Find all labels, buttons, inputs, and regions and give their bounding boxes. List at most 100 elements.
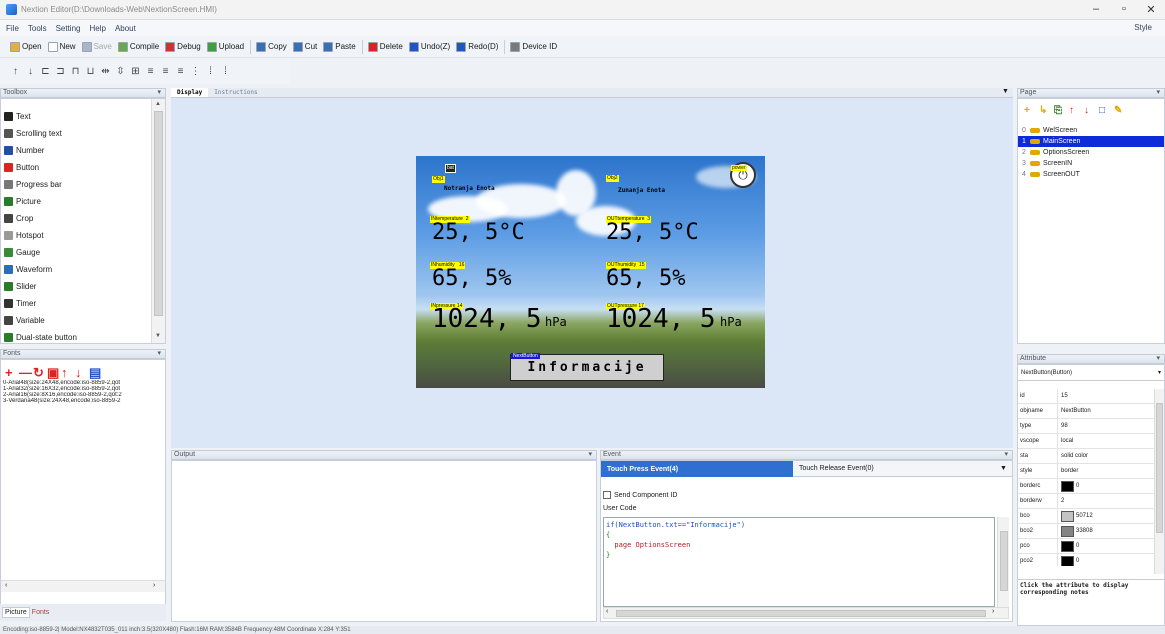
save-button[interactable]: Save <box>81 41 112 52</box>
align-tool-icon[interactable]: ⁞ <box>205 66 216 77</box>
redo-d-button[interactable]: Redo(D) <box>456 41 498 52</box>
scroll-right-icon[interactable]: › <box>153 582 155 589</box>
battery-label[interactable]: bat <box>445 164 456 173</box>
style-menu[interactable]: Style <box>1134 23 1152 32</box>
scroll-up-icon[interactable]: ▲ <box>155 101 161 107</box>
pin-icon[interactable]: ▾ <box>1156 89 1160 97</box>
attribute-value[interactable]: 15 <box>1058 393 1068 399</box>
attribute-scrollbar[interactable] <box>1154 389 1164 574</box>
attribute-value[interactable]: 0 <box>1058 555 1079 566</box>
align-tool-icon[interactable]: ⊏ <box>40 66 51 77</box>
align-tool-icon[interactable]: ↓ <box>25 66 36 77</box>
attribute-row[interactable]: pco2 0 <box>1018 554 1156 566</box>
tab-touch-press[interactable]: Touch Press Event(4) <box>601 461 793 477</box>
attribute-value[interactable]: 2 <box>1058 498 1064 504</box>
pin-icon[interactable]: ▾ <box>1156 355 1160 363</box>
hum-out-value[interactable]: 65, 5% <box>606 268 685 290</box>
align-tool-icon[interactable]: ⋮ <box>190 66 201 77</box>
color-swatch[interactable] <box>1061 510 1074 522</box>
open-button[interactable]: Open <box>10 41 42 52</box>
toolbox-item[interactable]: Waveform <box>1 261 165 278</box>
page-list-item[interactable]: 0 WelScreen <box>1018 125 1164 136</box>
scroll-right-icon[interactable]: › <box>992 608 994 615</box>
attribute-row[interactable]: id 15 <box>1018 389 1156 404</box>
align-tool-icon[interactable]: ≡ <box>175 66 186 77</box>
color-swatch[interactable] <box>1061 480 1074 492</box>
next-button-label[interactable]: NextButton <box>511 353 540 359</box>
toolbox-item[interactable]: Picture <box>1 193 165 210</box>
obj1-label[interactable]: Obj1 <box>432 176 445 183</box>
new-button[interactable]: New <box>47 41 76 52</box>
attribute-value[interactable]: 50712 <box>1058 510 1093 522</box>
page-tool-icon[interactable]: ↑ <box>1069 105 1084 121</box>
paste-button[interactable]: Paste <box>323 41 356 52</box>
compile-button[interactable]: Compile <box>117 41 159 52</box>
attribute-row[interactable]: pco 0 <box>1018 539 1156 554</box>
power-label[interactable]: power <box>731 165 747 171</box>
scroll-left-icon[interactable]: ‹ <box>606 608 608 615</box>
pin-icon[interactable]: ▾ <box>157 89 161 97</box>
attribute-value[interactable]: 33808 <box>1058 525 1093 537</box>
chevron-down-icon[interactable]: ▼ <box>998 461 1012 477</box>
dropdown-arrow-icon[interactable]: ▼ <box>1002 88 1009 95</box>
toolbox-item[interactable]: Crop <box>1 210 165 227</box>
font-tool-icon[interactable]: — <box>19 365 33 380</box>
align-tool-icon[interactable]: ≡ <box>160 66 171 77</box>
code-editor[interactable]: if(NextButton.txt=="Informacije") { page… <box>603 517 995 607</box>
color-swatch[interactable] <box>1061 540 1074 552</box>
scroll-left-icon[interactable]: ‹ <box>5 582 7 589</box>
align-tool-icon[interactable]: ⊓ <box>70 66 81 77</box>
toolbox-item[interactable]: Dual-state button <box>1 329 165 343</box>
menu-setting[interactable]: Setting <box>56 24 81 33</box>
hum-in-value[interactable]: 65, 5% <box>432 268 511 290</box>
attribute-row[interactable]: bco2 33808 <box>1018 524 1156 539</box>
toolbox-item[interactable]: Progress bar <box>1 176 165 193</box>
attribute-value[interactable]: local <box>1058 438 1073 444</box>
attribute-value[interactable]: 98 <box>1058 423 1068 429</box>
minimize-button[interactable]: – <box>1087 3 1105 15</box>
menu-about[interactable]: About <box>115 24 136 33</box>
attribute-row[interactable]: borderw 2 <box>1018 494 1156 509</box>
maximize-button[interactable]: ▫ <box>1115 3 1133 15</box>
tab-display[interactable]: Display <box>171 88 209 97</box>
toolbox-item[interactable]: Timer <box>1 295 165 312</box>
toolbox-item[interactable]: Number <box>1 142 165 159</box>
attribute-row[interactable]: objname NextButton <box>1018 404 1156 419</box>
font-tool-icon[interactable]: ▣ <box>47 365 61 380</box>
font-tool-icon[interactable]: ▤ <box>89 365 103 380</box>
align-tool-icon[interactable]: ⊔ <box>85 66 96 77</box>
close-button[interactable]: ✕ <box>1142 3 1160 16</box>
attribute-row[interactable]: style border <box>1018 464 1156 479</box>
page-tool-icon[interactable]: ↳ <box>1039 105 1054 121</box>
page-tool-icon[interactable]: ↓ <box>1084 105 1099 121</box>
code-hscroll-thumb[interactable] <box>616 610 986 617</box>
fonts-hscrollbar[interactable]: ‹ › <box>1 580 165 592</box>
device-id-button[interactable]: Device ID <box>510 41 557 52</box>
undo-z-button[interactable]: Undo(Z) <box>408 41 450 52</box>
press-out-value[interactable]: 1024, 5 <box>606 306 716 332</box>
align-tool-icon[interactable]: ⊐ <box>55 66 66 77</box>
tab-fonts[interactable]: Fonts <box>30 608 52 617</box>
page-list-item[interactable]: 4 ScreenOUT <box>1018 169 1164 180</box>
align-tool-icon[interactable]: ↑ <box>10 66 21 77</box>
code-scroll-thumb[interactable] <box>1000 531 1008 591</box>
menu-help[interactable]: Help <box>89 24 105 33</box>
attribute-value[interactable]: border <box>1058 468 1078 474</box>
attribute-row[interactable]: borderc 0 <box>1018 479 1156 494</box>
attribute-selector[interactable]: NextButton(Button) ▾ <box>1018 365 1164 381</box>
obj2-label[interactable]: Obj2 <box>606 175 619 182</box>
font-tool-icon[interactable]: ↓ <box>75 365 89 380</box>
code-hscrollbar[interactable]: ‹ › <box>603 607 1009 619</box>
toolbox-item[interactable]: Slider <box>1 278 165 295</box>
font-tool-icon[interactable]: ↑ <box>61 365 75 380</box>
align-tool-icon[interactable]: ⇳ <box>115 66 126 77</box>
page-list-item[interactable]: 3 ScreenIN <box>1018 158 1164 169</box>
attribute-value[interactable]: 0 <box>1058 540 1079 552</box>
page-tool-icon[interactable]: □ <box>1099 105 1114 121</box>
page-tool-icon[interactable]: ⎘ <box>1054 105 1069 121</box>
menu-tools[interactable]: Tools <box>28 24 47 33</box>
menu-file[interactable]: File <box>6 24 19 33</box>
output-panel[interactable] <box>171 460 597 622</box>
attribute-value[interactable]: solid color <box>1058 453 1088 459</box>
attribute-value[interactable]: 0 <box>1058 480 1079 492</box>
